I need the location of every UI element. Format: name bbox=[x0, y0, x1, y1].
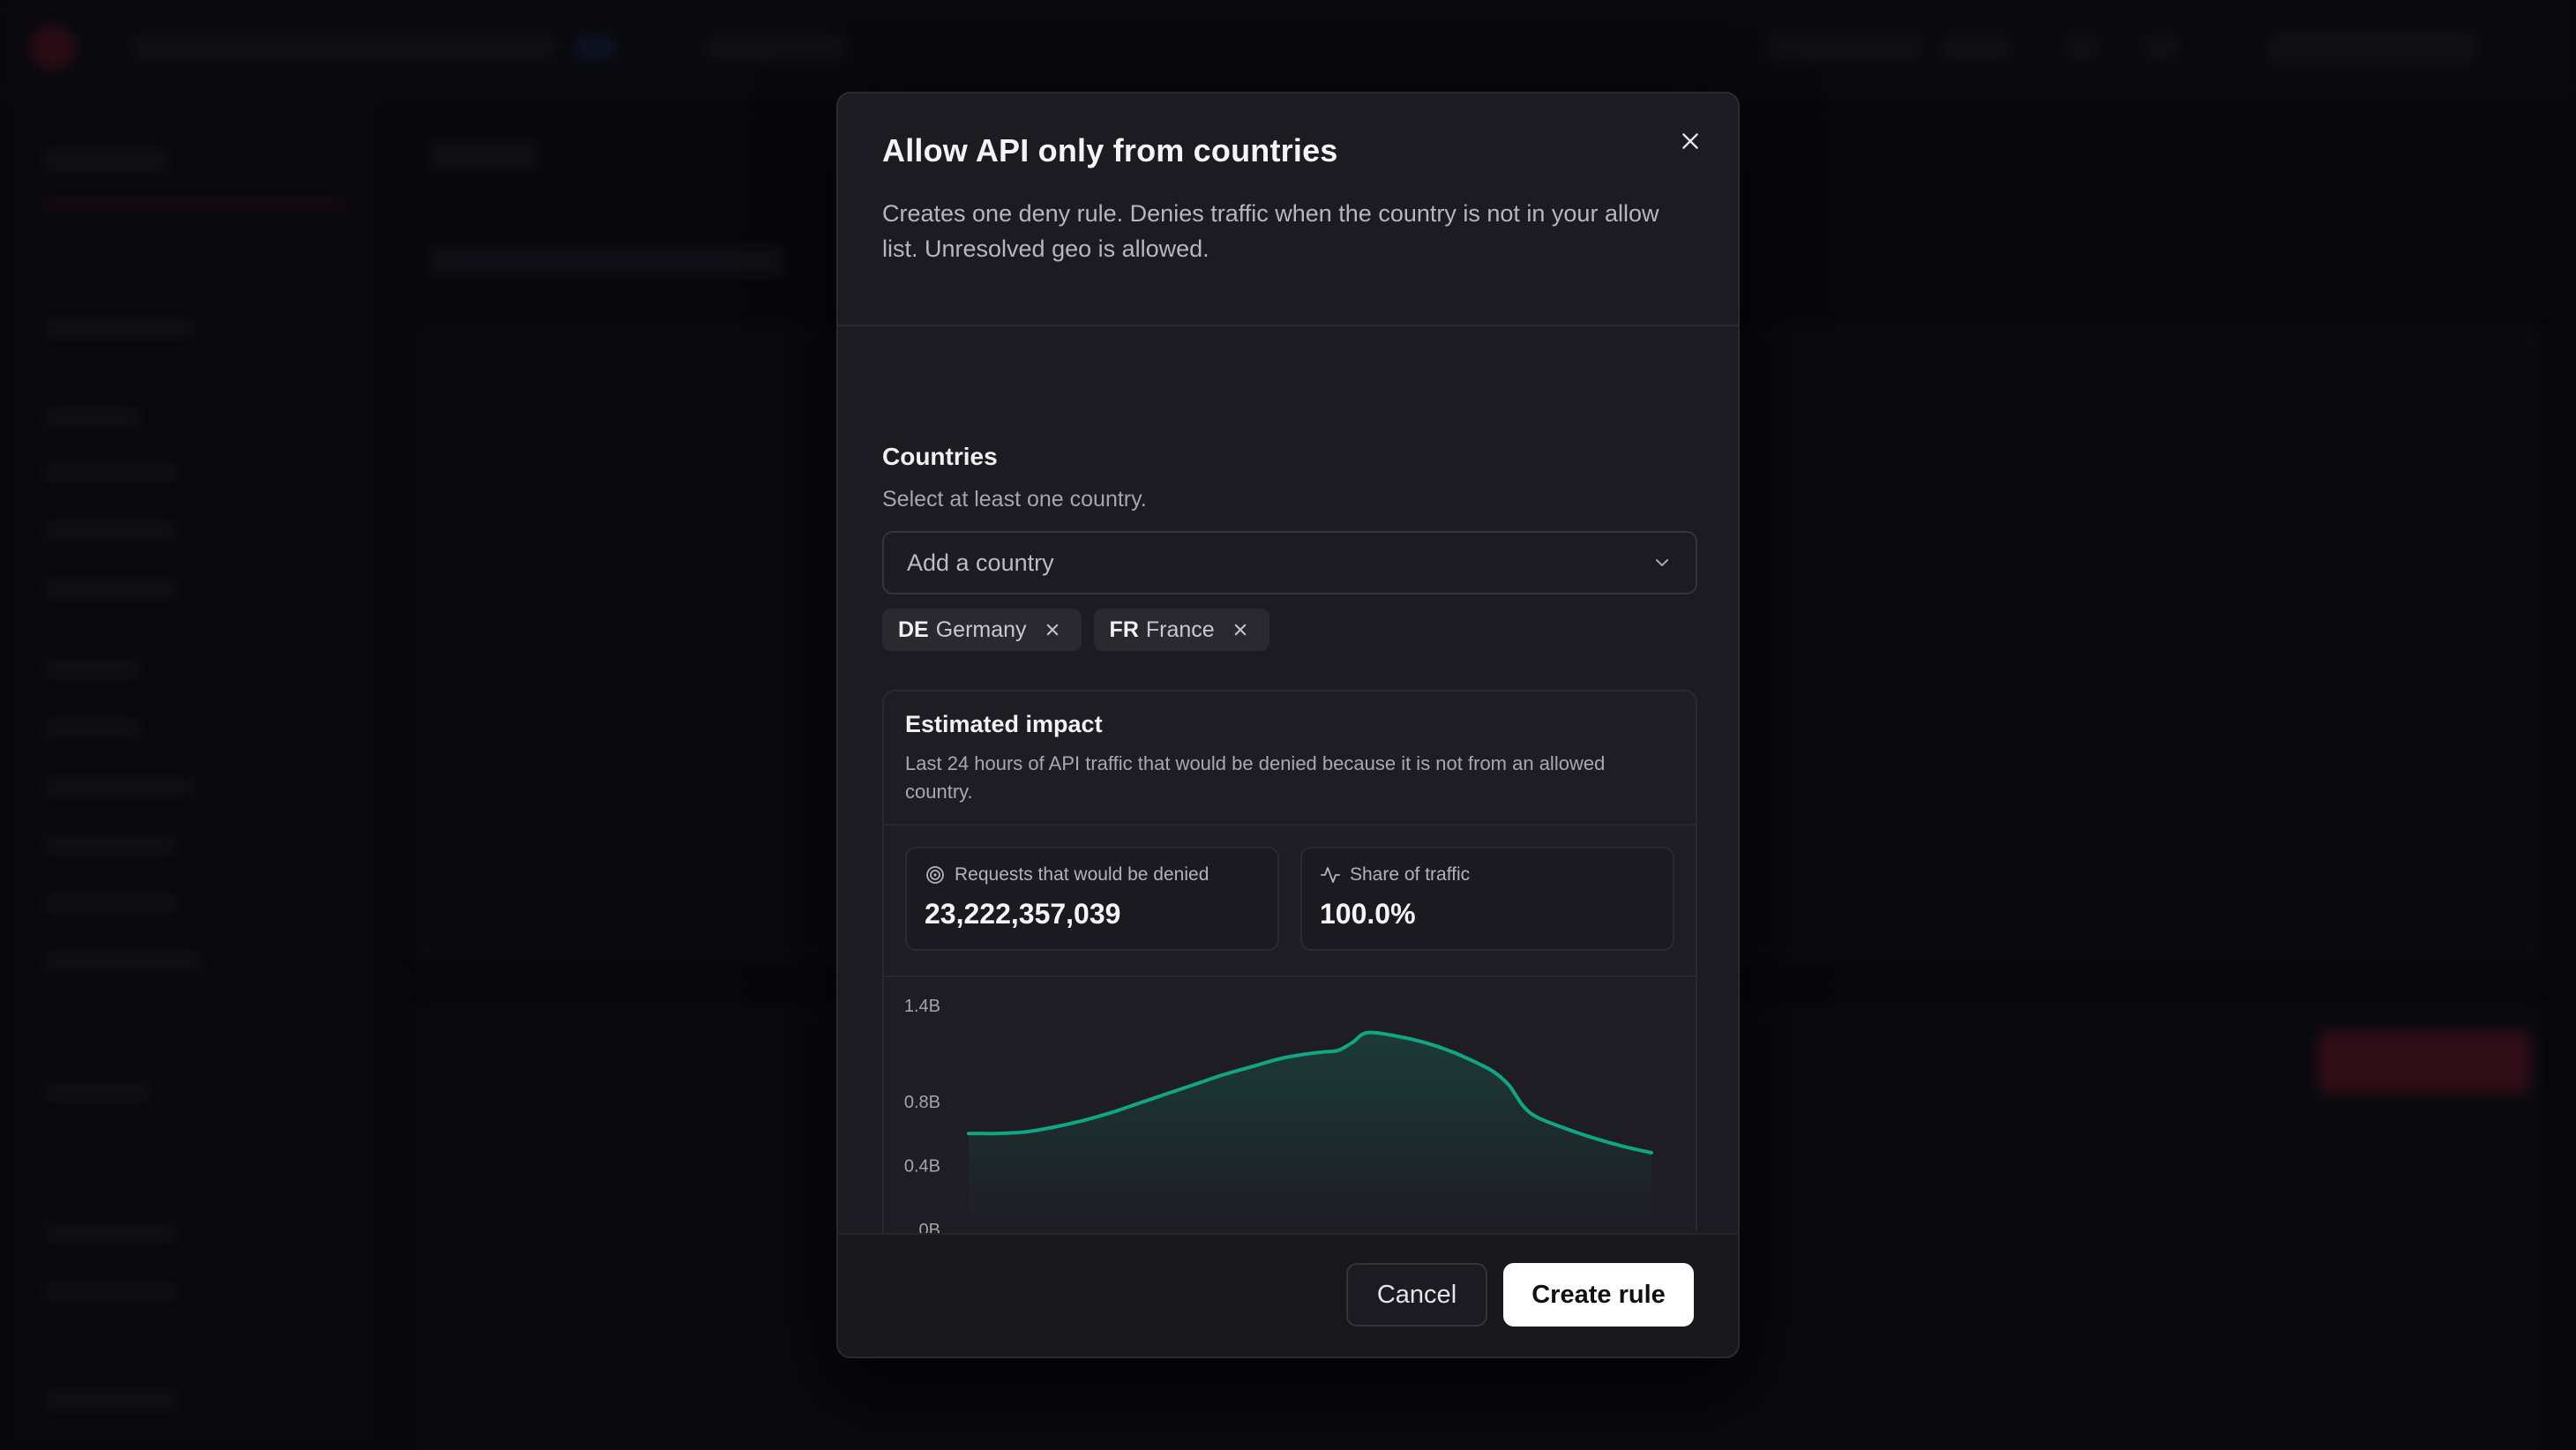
y-tick-label: 0.8B bbox=[904, 1093, 940, 1112]
close-icon bbox=[1682, 133, 1698, 149]
impact-divider bbox=[884, 975, 1696, 977]
impact-divider bbox=[884, 824, 1696, 826]
dialog-footer: Cancel Create rule bbox=[838, 1233, 1738, 1357]
traffic-share-stat: Share of traffic 100.0% bbox=[1300, 847, 1674, 951]
countries-hint: Select at least one country. bbox=[882, 487, 1147, 512]
dialog-description: Creates one deny rule. Denies traffic wh… bbox=[882, 200, 1659, 262]
stat-label: Requests that would be denied bbox=[955, 864, 1209, 885]
create-rule-button[interactable]: Create rule bbox=[1503, 1263, 1694, 1327]
country-select-placeholder: Add a country bbox=[907, 549, 1054, 576]
chip-code: FR bbox=[1109, 617, 1139, 642]
chip-name: France bbox=[1145, 617, 1215, 642]
country-select[interactable]: Add a country bbox=[882, 531, 1697, 594]
country-chip-france: FR France bbox=[1093, 609, 1269, 651]
country-chip-germany: DE Germany bbox=[882, 609, 1082, 651]
impact-title: Estimated impact bbox=[905, 711, 1103, 737]
estimated-impact-card: Estimated impact Last 24 hours of API tr… bbox=[882, 690, 1697, 1272]
close-icon bbox=[1234, 624, 1246, 636]
denied-requests-stat: Requests that would be denied 23,222,357… bbox=[905, 847, 1279, 951]
selected-countries: DE Germany FR France bbox=[882, 609, 1269, 651]
chip-code: DE bbox=[898, 617, 929, 642]
impact-description: Last 24 hours of API traffic that would … bbox=[905, 752, 1606, 803]
dialog-header: Allow API only from countries Creates on… bbox=[882, 132, 1667, 266]
cancel-button[interactable]: Cancel bbox=[1346, 1263, 1487, 1327]
y-tick-label: 0.4B bbox=[904, 1156, 940, 1176]
y-tick-label: 1.4B bbox=[904, 997, 940, 1016]
close-button[interactable] bbox=[1671, 122, 1710, 161]
remove-france-button[interactable] bbox=[1227, 617, 1254, 643]
chart-area bbox=[969, 1032, 1651, 1230]
stat-value: 100.0% bbox=[1320, 898, 1416, 930]
chip-name: Germany bbox=[935, 617, 1027, 642]
stat-label-row: Requests that would be denied bbox=[925, 864, 1209, 886]
allow-countries-dialog: Allow API only from countries Creates on… bbox=[836, 92, 1740, 1358]
stat-label-row: Share of traffic bbox=[1320, 864, 1470, 886]
impact-chart: 1.4B0.8B0.4B0B08:0013:0018:0022:0023 Sep… bbox=[904, 997, 1674, 1262]
chevron-down-icon bbox=[1656, 559, 1668, 566]
dialog-title: Allow API only from countries bbox=[882, 132, 1338, 168]
close-icon bbox=[1046, 624, 1058, 636]
activity-icon bbox=[1321, 867, 1340, 883]
stat-label: Share of traffic bbox=[1350, 864, 1471, 885]
countries-label: Countries bbox=[882, 443, 998, 470]
remove-germany-button[interactable] bbox=[1039, 617, 1066, 643]
target-icon bbox=[926, 866, 944, 884]
stat-value: 23,222,357,039 bbox=[925, 898, 1121, 930]
header-divider bbox=[838, 325, 1738, 326]
